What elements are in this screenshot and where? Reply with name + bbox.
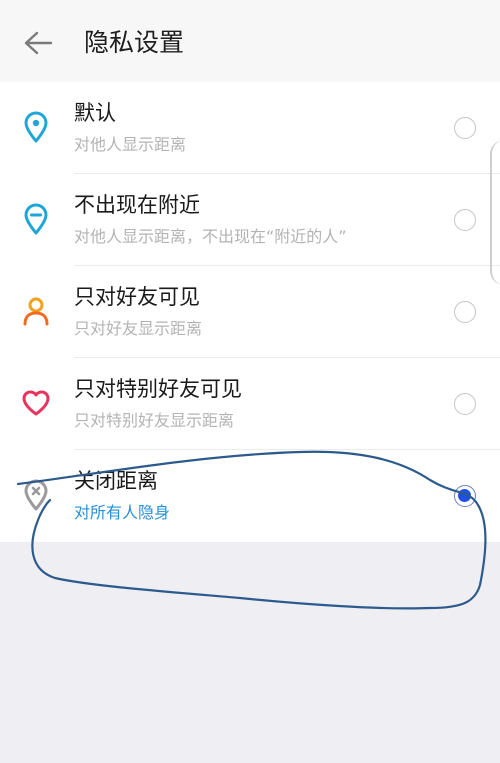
heart-icon <box>20 386 52 420</box>
option-description: 对所有人隐身 <box>74 503 171 522</box>
radio-button[interactable] <box>454 117 476 139</box>
page-title: 隐私设置 <box>84 28 185 57</box>
option-description: 只对好友显示距离 <box>74 319 203 338</box>
radio-button[interactable] <box>454 209 476 231</box>
option-label: 关闭距离 <box>74 469 158 493</box>
option-description: 只对特别好友显示距离 <box>74 411 235 430</box>
arrow-left-icon <box>24 31 53 55</box>
option-label: 不出现在附近 <box>74 193 200 217</box>
option-default[interactable]: 默认 对他人显示距离 <box>0 82 500 174</box>
radio-button-selected[interactable] <box>454 485 476 507</box>
option-label: 只对好友可见 <box>74 285 200 309</box>
privacy-options-list: 默认 对他人显示距离 不出现在附近 对他人显示距离，不出现在“附近的人” 只对好… <box>0 82 500 542</box>
location-pin-off-icon <box>20 478 52 512</box>
location-pin-minus-icon <box>20 202 52 236</box>
option-turn-off-distance[interactable]: 关闭距离 对所有人隐身 <box>0 450 500 542</box>
radio-button[interactable] <box>454 301 476 323</box>
option-friends-only[interactable]: 只对好友可见 只对好友显示距离 <box>0 266 500 358</box>
option-label: 默认 <box>74 101 116 125</box>
person-icon <box>20 294 52 328</box>
radio-button[interactable] <box>454 393 476 415</box>
location-pin-dot-icon <box>20 110 52 144</box>
back-button[interactable] <box>20 25 56 61</box>
app-header: 隐私设置 <box>0 0 500 82</box>
option-label: 只对特别好友可见 <box>74 377 242 401</box>
option-description: 对他人显示距离 <box>74 135 187 154</box>
option-close-friends-only[interactable]: 只对特别好友可见 只对特别好友显示距离 <box>0 358 500 450</box>
option-hide-nearby[interactable]: 不出现在附近 对他人显示距离，不出现在“附近的人” <box>0 174 500 266</box>
screen-edge <box>490 140 500 285</box>
option-description: 对他人显示距离，不出现在“附近的人” <box>74 227 347 246</box>
